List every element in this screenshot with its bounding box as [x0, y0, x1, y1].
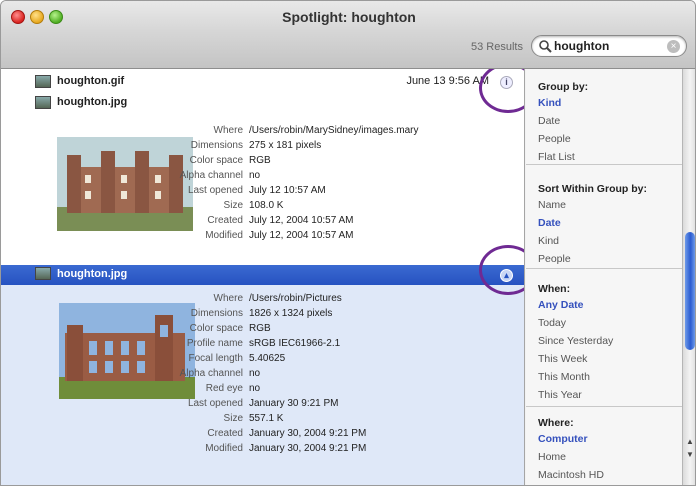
- when-section: When: Any Date Today Since Yesterday Thi…: [526, 275, 682, 407]
- window-title: Spotlight: houghton: [282, 9, 416, 25]
- clear-icon[interactable]: ×: [667, 40, 680, 53]
- group-by-option[interactable]: Kind: [538, 97, 561, 109]
- meta-value: /Users/robin/MarySidney/images.mary: [249, 125, 419, 136]
- file-name: houghton.jpg: [57, 268, 128, 280]
- meta-value: January 30 9:21 PM: [249, 398, 339, 409]
- where-option[interactable]: Macintosh HD: [538, 469, 604, 481]
- meta-key: Created: [207, 215, 243, 226]
- result-row-selected[interactable]: houghton.jpg ▴: [1, 265, 524, 285]
- metadata-list: Where/Users/robin/MarySidney/images.mary…: [151, 123, 511, 253]
- meta-key: Alpha channel: [179, 368, 243, 379]
- meta-value: July 12 10:57 AM: [249, 185, 326, 196]
- file-icon: [35, 75, 51, 88]
- when-option[interactable]: Today: [538, 317, 566, 329]
- sort-option[interactable]: Name: [538, 199, 566, 211]
- sort-option[interactable]: Kind: [538, 235, 559, 247]
- search-input[interactable]: [554, 38, 660, 54]
- sort-by-section: Sort Within Group by: Name Date Kind Peo…: [526, 173, 682, 269]
- meta-key: Focal length: [188, 353, 243, 364]
- sort-option[interactable]: People: [538, 253, 571, 265]
- meta-value: no: [249, 368, 261, 379]
- section-heading: When:: [538, 283, 571, 295]
- results-list: houghton.gif June 13 9:56 AM i houghton.…: [1, 69, 525, 485]
- result-detail: Where/Users/robin/Pictures Dimensions 182…: [1, 285, 524, 485]
- group-by-section: Group by: Kind Date People Flat List: [526, 69, 682, 165]
- file-name: houghton.jpg: [57, 96, 128, 108]
- when-option[interactable]: This Month: [538, 371, 590, 383]
- meta-key: Modified: [205, 443, 243, 454]
- meta-value: RGB: [249, 155, 271, 166]
- meta-key: Color space: [189, 323, 243, 334]
- search-field[interactable]: ×: [531, 35, 687, 57]
- file-name: houghton.gif: [57, 75, 125, 87]
- meta-key: Dimensions: [190, 308, 243, 319]
- section-heading: Sort Within Group by:: [538, 183, 647, 195]
- meta-value: sRGB IEC61966-2.1: [249, 338, 341, 349]
- title-bar: Spotlight: houghton 53 Results ×: [1, 1, 695, 69]
- meta-key: Last opened: [187, 398, 243, 409]
- group-by-option[interactable]: Date: [538, 115, 560, 127]
- meta-key: Where: [213, 293, 243, 304]
- group-by-option[interactable]: People: [538, 133, 571, 145]
- meta-value: 275 x 181 pixels: [249, 140, 322, 151]
- when-option[interactable]: Since Yesterday: [538, 335, 613, 347]
- meta-value: 557.1 K: [249, 413, 284, 424]
- when-option[interactable]: This Year: [538, 389, 582, 401]
- meta-key: Size: [223, 413, 243, 424]
- meta-value: July 12, 2004 10:57 AM: [249, 230, 354, 241]
- where-section: Where: Computer Home Macintosh HD: [526, 409, 682, 485]
- result-row[interactable]: houghton.jpg: [1, 94, 524, 112]
- group-by-option[interactable]: Flat List: [538, 151, 575, 163]
- meta-value: no: [249, 170, 261, 181]
- meta-key: Modified: [205, 230, 243, 241]
- scroll-up-icon[interactable]: ▲: [685, 437, 695, 447]
- file-date: June 13 9:56 AM: [406, 75, 489, 87]
- file-icon: [35, 96, 51, 109]
- meta-value: 108.0 K: [249, 200, 284, 211]
- section-heading: Group by:: [538, 81, 589, 93]
- result-detail: Where/Users/robin/MarySidney/images.mary…: [1, 117, 524, 257]
- sidebar-scrollbar[interactable]: ▲ ▼: [682, 69, 695, 485]
- result-row[interactable]: houghton.gif June 13 9:56 AM i: [1, 73, 524, 91]
- magnifier-icon: [539, 40, 552, 53]
- scroll-thumb[interactable]: [685, 232, 695, 350]
- filter-sidebar: Group by: Kind Date People Flat List Sor…: [526, 69, 682, 485]
- meta-key: Last opened: [187, 185, 243, 196]
- meta-key: Profile name: [186, 338, 243, 349]
- meta-value: January 30, 2004 9:21 PM: [249, 443, 367, 454]
- meta-value: 1826 x 1324 pixels: [249, 308, 333, 319]
- meta-key: Size: [223, 200, 243, 211]
- spotlight-window: Spotlight: houghton 53 Results × houghto…: [0, 0, 696, 486]
- when-option[interactable]: This Week: [538, 353, 587, 365]
- sort-option[interactable]: Date: [538, 217, 561, 229]
- meta-key: Alpha channel: [179, 170, 243, 181]
- metadata-list: Where/Users/robin/Pictures Dimensions 182…: [151, 291, 511, 485]
- where-option[interactable]: Computer: [538, 433, 588, 445]
- where-option[interactable]: Home: [538, 451, 566, 463]
- meta-value: 5.40625: [249, 353, 286, 364]
- results-count: 53 Results: [471, 41, 523, 53]
- meta-value: July 12, 2004 10:57 AM: [249, 215, 354, 226]
- meta-key: Created: [207, 428, 243, 439]
- meta-key: Dimensions: [190, 140, 243, 151]
- section-heading: Where:: [538, 417, 574, 429]
- meta-key: Red eye: [205, 383, 243, 394]
- file-icon: [35, 267, 51, 280]
- meta-key: Color space: [189, 155, 243, 166]
- when-option[interactable]: Any Date: [538, 299, 584, 311]
- meta-value: /Users/robin/Pictures: [249, 293, 342, 304]
- scroll-down-icon[interactable]: ▼: [685, 450, 695, 460]
- meta-key: Where: [213, 125, 243, 136]
- meta-value: no: [249, 383, 261, 394]
- meta-value: RGB: [249, 323, 271, 334]
- meta-value: January 30, 2004 9:21 PM: [249, 428, 367, 439]
